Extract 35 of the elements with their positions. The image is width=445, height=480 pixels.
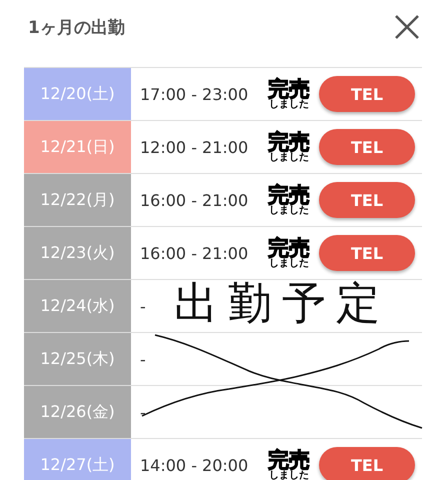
date-cell: 12/21(日)	[24, 121, 131, 173]
dialog-title: 1ヶ月の出勤	[28, 16, 125, 38]
tel-button[interactable]: TEL	[319, 182, 415, 218]
shift-time: -	[140, 402, 147, 422]
shift-time: 12:00 - 21:00	[140, 138, 250, 156]
shift-time: 17:00 - 23:00	[140, 84, 250, 104]
tel-button[interactable]: TEL	[319, 235, 415, 271]
tel-button[interactable]: TEL	[319, 447, 415, 480]
tel-button[interactable]: TEL	[319, 76, 415, 112]
shift-time: 14:00 - 20:00	[140, 456, 250, 474]
sold-out-label: 完売	[268, 78, 310, 100]
sold-out-caption: しました	[269, 100, 309, 110]
sold-out-caption: しました	[269, 258, 309, 268]
shift-time: -	[140, 296, 147, 316]
date-cell: 12/27(土)	[24, 439, 131, 480]
date-cell: 12/26(金)	[24, 386, 131, 438]
sold-out-label: 完売	[268, 184, 310, 206]
close-button[interactable]	[393, 13, 421, 41]
shift-time: -	[140, 350, 147, 368]
sold-out-caption: しました	[269, 470, 309, 480]
date-cell: 12/24(水)	[24, 280, 131, 332]
sold-out-label: 完売	[268, 450, 310, 470]
handwritten-note: 出勤予定	[174, 282, 390, 326]
date-cell: 12/22(月)	[24, 174, 131, 226]
shift-time: 16:00 - 21:00	[140, 244, 250, 262]
date-cell: 12/25(木)	[24, 333, 131, 385]
sold-out-caption: しました	[269, 152, 309, 162]
date-cell: 12/23(火)	[24, 227, 131, 279]
date-cell: 12/20(土)	[24, 68, 131, 120]
tel-button[interactable]: TEL	[319, 129, 415, 165]
sold-out-label: 完売	[268, 132, 310, 152]
sold-out-label: 完売	[268, 238, 310, 258]
sold-out-caption: しました	[269, 206, 309, 216]
close-icon	[394, 14, 420, 40]
shift-time: 16:00 - 21:00	[140, 190, 250, 210]
